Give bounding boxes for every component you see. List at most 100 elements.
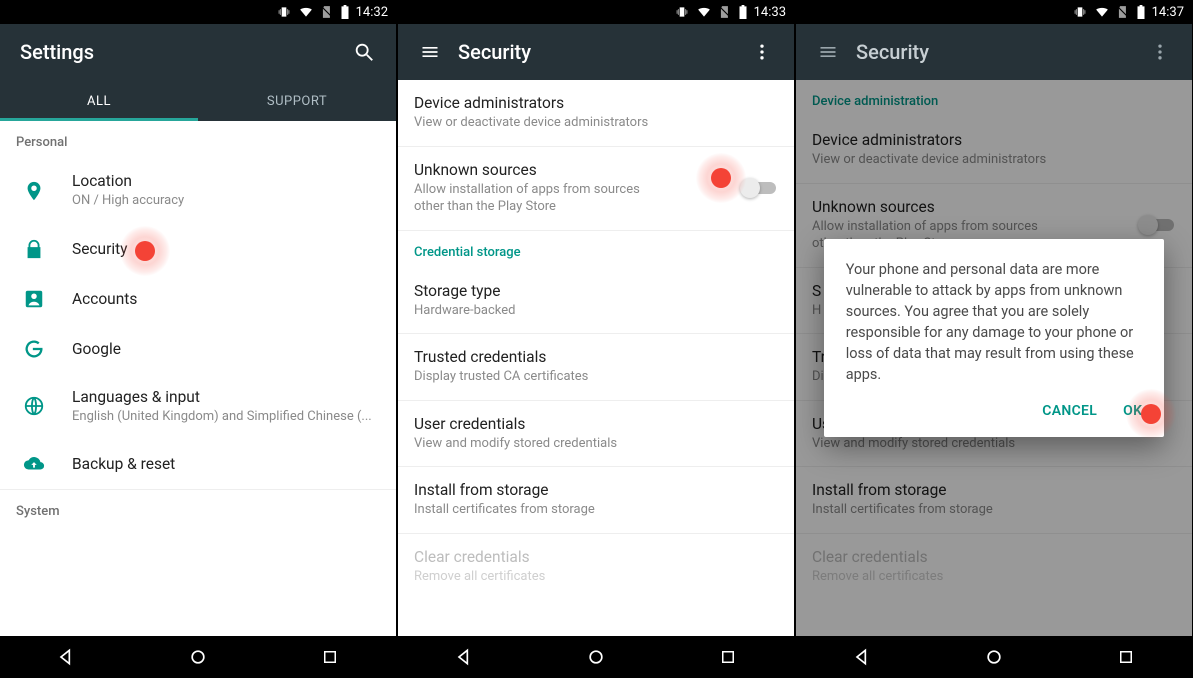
phone-settings: 14:32 Settings ALL SUPPORT Personal Loca… xyxy=(0,0,396,678)
status-bar: 14:33 xyxy=(398,0,794,24)
battery-icon xyxy=(340,5,350,19)
back-button[interactable] xyxy=(832,636,892,678)
unknown-sources-toggle[interactable] xyxy=(742,178,778,198)
section-personal: Personal xyxy=(0,121,396,158)
navigation-bar xyxy=(796,636,1192,678)
phone-security: 14:33 Security Device administrators Vie… xyxy=(398,0,794,678)
confirm-dialog: Your phone and personal data are more vu… xyxy=(824,239,1165,437)
home-button[interactable] xyxy=(168,636,228,678)
phone-security-dialog: 14:37 Security Device administration Dev… xyxy=(796,0,1192,678)
item-sub: View or deactivate device administrators xyxy=(414,114,778,132)
page-title: Security xyxy=(856,40,1140,64)
appbar: Security xyxy=(796,24,1192,80)
clock: 14:33 xyxy=(754,5,786,20)
item-user-credentials[interactable]: User credentials View and modify stored … xyxy=(398,401,794,467)
battery-icon xyxy=(738,5,748,19)
item-label: Trusted credentials xyxy=(414,348,778,366)
wifi-icon xyxy=(696,5,712,19)
dialog-scrim[interactable]: Your phone and personal data are more vu… xyxy=(796,80,1192,636)
home-button[interactable] xyxy=(566,636,626,678)
overflow-menu-icon[interactable] xyxy=(742,32,782,72)
no-sim-icon xyxy=(1116,5,1130,19)
tab-all[interactable]: ALL xyxy=(0,80,198,121)
page-title: Settings xyxy=(20,40,344,64)
wifi-icon xyxy=(1094,5,1110,19)
account-icon xyxy=(16,288,52,310)
back-button[interactable] xyxy=(36,636,96,678)
item-backup[interactable]: Backup & reset xyxy=(0,439,396,489)
dialog-body: Your phone and personal data are more vu… xyxy=(846,259,1143,385)
item-sub: English (United Kingdom) and Simplified … xyxy=(72,408,380,426)
tabs: ALL SUPPORT xyxy=(0,80,396,121)
page-title: Security xyxy=(458,40,742,64)
item-label: Backup & reset xyxy=(72,455,380,473)
recents-button[interactable] xyxy=(300,636,360,678)
recents-button[interactable] xyxy=(698,636,758,678)
location-icon xyxy=(16,180,52,202)
item-label: Install from storage xyxy=(414,481,778,499)
item-label: Languages & input xyxy=(72,388,380,406)
item-storage-type[interactable]: Storage type Hardware-backed xyxy=(398,268,794,334)
globe-icon xyxy=(16,395,52,417)
navigation-bar xyxy=(398,636,794,678)
appbar: Settings ALL SUPPORT xyxy=(0,24,396,121)
item-google[interactable]: Google xyxy=(0,324,396,374)
item-languages[interactable]: Languages & input English (United Kingdo… xyxy=(0,374,396,440)
google-icon xyxy=(16,338,52,360)
section-system: System xyxy=(0,490,396,527)
item-label: Clear credentials xyxy=(414,548,778,566)
no-sim-icon xyxy=(718,5,732,19)
item-trusted-credentials[interactable]: Trusted credentials Display trusted CA c… xyxy=(398,334,794,400)
item-accounts[interactable]: Accounts xyxy=(0,274,396,324)
vibrate-icon xyxy=(674,5,690,19)
appbar: Security xyxy=(398,24,794,80)
item-sub: Hardware-backed xyxy=(414,302,778,320)
vibrate-icon xyxy=(1072,5,1088,19)
no-sim-icon xyxy=(320,5,334,19)
security-list[interactable]: Device administrators View or deactivate… xyxy=(398,80,794,636)
item-sub: Remove all certificates xyxy=(414,568,778,586)
tab-support[interactable]: SUPPORT xyxy=(198,80,396,121)
cloud-upload-icon xyxy=(16,453,52,475)
item-sub: Install certificates from storage xyxy=(414,501,778,519)
item-clear-credentials: Clear credentials Remove all certificate… xyxy=(398,534,794,600)
clock: 14:37 xyxy=(1152,5,1184,20)
ok-button[interactable]: OK xyxy=(1123,403,1142,419)
item-label: Device administrators xyxy=(414,94,778,112)
item-sub: View and modify stored credentials xyxy=(414,435,778,453)
vibrate-icon xyxy=(276,5,292,19)
item-label: Location xyxy=(72,172,380,190)
clock: 14:32 xyxy=(356,5,388,20)
item-install-from-storage[interactable]: Install from storage Install certificate… xyxy=(398,467,794,533)
status-bar: 14:32 xyxy=(0,0,396,24)
item-sub: ON / High accuracy xyxy=(72,192,380,210)
search-icon[interactable] xyxy=(344,32,384,72)
security-list: Device administration Device administrat… xyxy=(796,80,1192,636)
back-button[interactable] xyxy=(434,636,494,678)
section-credential-storage: Credential storage xyxy=(398,231,794,268)
item-label: Security xyxy=(72,240,380,258)
menu-icon[interactable] xyxy=(410,32,450,72)
lock-icon xyxy=(16,238,52,260)
menu-icon[interactable] xyxy=(808,32,848,72)
item-unknown-sources[interactable]: Unknown sources Allow installation of ap… xyxy=(398,147,794,230)
home-button[interactable] xyxy=(964,636,1024,678)
settings-list[interactable]: Personal Location ON / High accuracy Sec… xyxy=(0,121,396,636)
battery-icon xyxy=(1136,5,1146,19)
status-bar: 14:37 xyxy=(796,0,1192,24)
item-security[interactable]: Security xyxy=(0,224,396,274)
item-label: Unknown sources xyxy=(414,161,672,179)
item-label: User credentials xyxy=(414,415,778,433)
item-label: Accounts xyxy=(72,290,380,308)
overflow-menu-icon[interactable] xyxy=(1140,32,1180,72)
navigation-bar xyxy=(0,636,396,678)
wifi-icon xyxy=(298,5,314,19)
item-label: Google xyxy=(72,340,380,358)
recents-button[interactable] xyxy=(1096,636,1156,678)
item-sub: Allow installation of apps from sources … xyxy=(414,181,672,216)
item-sub: Display trusted CA certificates xyxy=(414,368,778,386)
cancel-button[interactable]: CANCEL xyxy=(1042,403,1097,419)
item-label: Storage type xyxy=(414,282,778,300)
item-device-admin[interactable]: Device administrators View or deactivate… xyxy=(398,80,794,146)
item-location[interactable]: Location ON / High accuracy xyxy=(0,158,396,224)
